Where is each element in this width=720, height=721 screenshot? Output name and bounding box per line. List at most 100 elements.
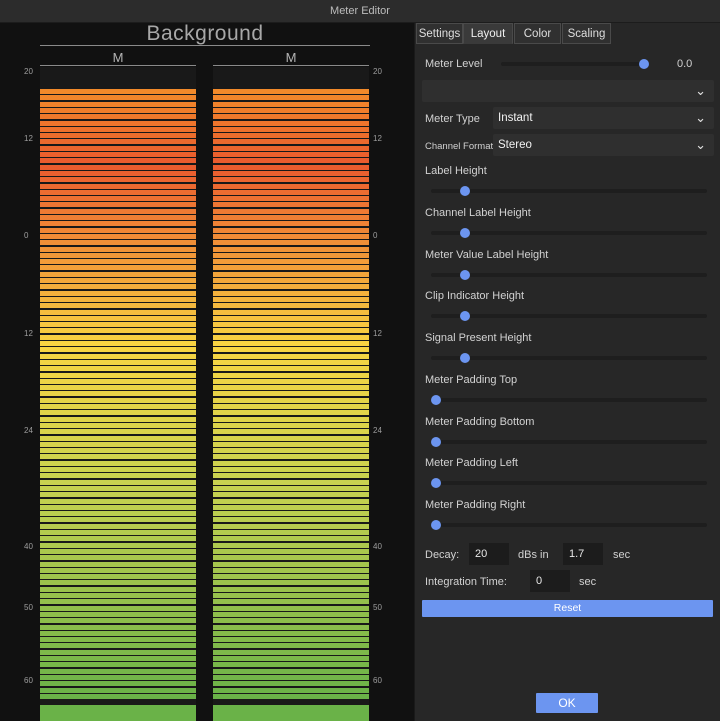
- meter-segment: [40, 441, 196, 447]
- unnamed-dropdown[interactable]: ⌄: [422, 80, 714, 102]
- meter-segment: [213, 328, 369, 334]
- meter-segment: [40, 372, 196, 378]
- decay-db-field[interactable]: 20: [469, 543, 509, 565]
- slider-label: Meter Padding Top: [425, 374, 518, 386]
- decay-time-field[interactable]: 1.7: [563, 543, 603, 565]
- integration-time-label: Integration Time:: [425, 576, 507, 588]
- slider-handle[interactable]: [460, 311, 471, 321]
- meter-segment: [213, 341, 369, 346]
- meter-segment: [213, 656, 369, 661]
- meter-segment: [40, 265, 196, 271]
- meter-segment: [213, 252, 369, 258]
- channel-format-dropdown[interactable]: Stereo ⌄: [493, 134, 714, 156]
- meter-level-slider-handle[interactable]: [639, 59, 649, 69]
- slider-track[interactable]: [431, 440, 707, 444]
- tab-scaling[interactable]: Scaling: [562, 23, 611, 44]
- slider-handle[interactable]: [460, 228, 471, 238]
- meter-segment: [213, 353, 369, 359]
- meter-preview: Background M M: [0, 23, 414, 721]
- meter-segment: [40, 479, 196, 485]
- meter-segment: [213, 618, 369, 624]
- meter-segment: [40, 530, 196, 535]
- slider-handle[interactable]: [431, 520, 441, 530]
- slider-track[interactable]: [431, 356, 707, 360]
- meter-segment: [213, 422, 369, 428]
- scale-tick-label: 50: [373, 603, 382, 612]
- meter-segment: [213, 164, 369, 170]
- meter-segment: [40, 467, 196, 472]
- meter-segment: [213, 624, 369, 630]
- slider-track[interactable]: [431, 398, 707, 402]
- meter-segment: [40, 202, 196, 208]
- channel-format-value: Stereo: [498, 139, 532, 151]
- slider-handle[interactable]: [460, 353, 471, 363]
- tab-layout[interactable]: Layout: [463, 23, 513, 44]
- slider-track[interactable]: [431, 231, 707, 235]
- meter-segment: [213, 107, 369, 113]
- meter-segment: [40, 177, 196, 183]
- meter-segment: [213, 548, 369, 554]
- meter-segment: [213, 89, 369, 94]
- slider-track[interactable]: [431, 189, 707, 193]
- tab-settings[interactable]: Settings: [416, 23, 463, 44]
- meter-segment: [213, 530, 369, 535]
- meter-segment: [213, 404, 369, 409]
- channel-label-underline-right: [213, 65, 369, 66]
- meter-type-dropdown[interactable]: Instant ⌄: [493, 107, 714, 129]
- slider-handle[interactable]: [460, 270, 471, 280]
- meter-segment: [213, 580, 369, 586]
- slider-track[interactable]: [431, 314, 707, 318]
- scale-tick-label: 24: [24, 426, 33, 435]
- meter-segment: [213, 668, 369, 674]
- slider-track[interactable]: [431, 523, 707, 527]
- slider-handle[interactable]: [431, 437, 441, 447]
- meter-segment: [40, 624, 196, 630]
- slider-handle[interactable]: [431, 395, 441, 405]
- slider-handle[interactable]: [431, 478, 441, 488]
- meter-segment: [213, 498, 369, 504]
- meter-segment: [213, 202, 369, 208]
- meter-segment: [213, 574, 369, 580]
- meter-segment: [213, 441, 369, 447]
- meter-segment: [213, 315, 369, 321]
- meter-segment: [213, 215, 369, 220]
- meter-level-slider[interactable]: [501, 62, 649, 66]
- meter-segment: [213, 479, 369, 485]
- slider-label: Meter Padding Bottom: [425, 416, 535, 428]
- meter-segment: [213, 265, 369, 271]
- integration-unit-label: sec: [579, 576, 597, 588]
- decay-dbs-in-label: dBs in: [518, 549, 549, 561]
- meter-segment: [213, 95, 369, 101]
- slider-label: Channel Label Height: [425, 207, 531, 219]
- meter-level-value: 0.0: [677, 58, 693, 70]
- meter-segment: [40, 145, 196, 151]
- meter-segment: [40, 580, 196, 586]
- reset-button[interactable]: Reset: [422, 600, 713, 617]
- meter-segment: [213, 359, 369, 365]
- meter-segment: [40, 391, 196, 397]
- meter-segment: [213, 693, 369, 699]
- ok-button[interactable]: OK: [536, 693, 598, 713]
- meter-segment: [213, 687, 369, 693]
- slider-label: Meter Value Label Height: [425, 249, 549, 261]
- meter-segment: [213, 290, 369, 296]
- meter-segment: [40, 227, 196, 233]
- slider-track[interactable]: [431, 273, 707, 277]
- slider-track[interactable]: [431, 481, 707, 485]
- meter-title: Background: [146, 22, 264, 45]
- scale-tick-label: 0: [373, 231, 378, 240]
- meter-segment: [213, 410, 369, 416]
- meter-segment: [213, 586, 369, 592]
- tab-color[interactable]: Color: [514, 23, 561, 44]
- channel-label-left: M: [112, 50, 124, 65]
- meter-segment: [213, 448, 369, 454]
- meter-segment: [40, 309, 196, 315]
- meter-segment: [40, 341, 196, 346]
- integration-time-field[interactable]: 0: [530, 570, 570, 592]
- meter-segment: [40, 170, 196, 176]
- slider-handle[interactable]: [460, 186, 471, 196]
- meter-segment: [40, 674, 196, 680]
- meter-segment: [213, 454, 369, 460]
- meter-segment: [40, 492, 196, 498]
- meter-level-label: Meter Level: [425, 58, 483, 70]
